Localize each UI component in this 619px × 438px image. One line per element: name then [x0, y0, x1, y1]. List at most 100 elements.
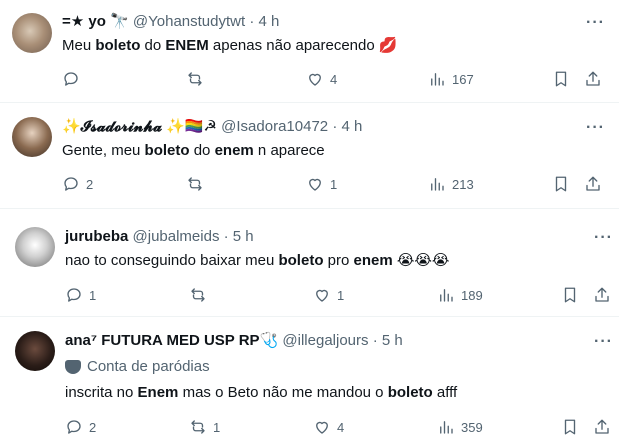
- views-button[interactable]: 213: [428, 175, 474, 193]
- tweet-text: Meu boleto do ENEM apenas não aparecendo…: [62, 36, 398, 56]
- avatar[interactable]: [15, 227, 55, 267]
- separator-dot: ·: [223, 228, 229, 245]
- text-bold: boleto: [278, 252, 324, 269]
- tweet-2[interactable]: ✨𝓘𝓼𝓪𝓭𝓸𝓻𝓲𝓷𝓱𝓪 ✨🏳️‍🌈☭ @Isadora10472 · 4 h ·…: [0, 103, 619, 207]
- text-part: inscrita no: [65, 384, 138, 401]
- text-part: Gente, meu: [62, 142, 145, 159]
- display-name[interactable]: jurubeba: [65, 228, 128, 245]
- text-part: Meu: [62, 37, 96, 54]
- text-bold: boleto: [387, 384, 433, 401]
- retweet-count: 1: [213, 419, 221, 435]
- retweet-icon: [191, 420, 205, 434]
- reply-icon: [64, 177, 78, 191]
- tweet-1[interactable]: =★ yo 🔭 @Yohanstudytwt · 4 h ··· Meu bol…: [0, 0, 619, 102]
- views-icon: [440, 289, 453, 302]
- parody-label: Conta de paródias: [65, 357, 210, 377]
- more-options-button[interactable]: ···: [586, 15, 605, 31]
- like-count: 4: [330, 71, 338, 87]
- avatar[interactable]: [15, 331, 55, 371]
- share-button[interactable]: [593, 418, 611, 436]
- views-button[interactable]: 167: [428, 70, 474, 88]
- heart-icon: [316, 289, 328, 302]
- text-part: apenas não aparecendo 💋: [208, 37, 398, 54]
- share-button[interactable]: [584, 70, 602, 88]
- action-bar: 4 167: [62, 70, 607, 90]
- heart-icon: [309, 178, 321, 191]
- like-count: 4: [337, 419, 345, 435]
- more-options-button[interactable]: ···: [594, 334, 613, 350]
- more-options-button[interactable]: ···: [594, 230, 613, 246]
- text-part: do: [189, 142, 215, 159]
- view-count: 189: [461, 287, 483, 303]
- tweet-text: nao to conseguindo baixar meu boleto pro…: [65, 251, 449, 271]
- timestamp[interactable]: 4 h: [259, 13, 280, 30]
- text-part: pro: [323, 252, 354, 269]
- share-icon: [595, 419, 609, 434]
- reply-count: 2: [89, 419, 97, 435]
- avatar[interactable]: [12, 13, 52, 53]
- bookmark-button[interactable]: [561, 286, 579, 304]
- text-part: n aparece: [253, 142, 325, 159]
- text-part: nao to conseguindo baixar meu: [65, 252, 279, 269]
- bookmark-button[interactable]: [552, 70, 570, 88]
- handle[interactable]: @Yohanstudytwt: [133, 13, 245, 30]
- timestamp[interactable]: 5 h: [382, 332, 403, 349]
- reply-button[interactable]: [62, 70, 86, 88]
- views-icon: [440, 421, 453, 434]
- retweet-button[interactable]: 1: [189, 418, 220, 436]
- like-button[interactable]: 1: [306, 175, 337, 193]
- view-count: 213: [452, 176, 474, 192]
- parody-text: Conta de paródias: [87, 358, 210, 375]
- views-button[interactable]: 359: [437, 418, 483, 436]
- handle[interactable]: @jubalmeids: [133, 228, 220, 245]
- handle[interactable]: @Isadora10472: [221, 118, 328, 135]
- reply-icon: [64, 72, 78, 86]
- retweet-button[interactable]: [186, 70, 210, 88]
- bookmark-button[interactable]: [561, 418, 579, 436]
- like-count: 1: [337, 287, 345, 303]
- reply-button[interactable]: 2: [65, 418, 96, 436]
- tweet-text: Gente, meu boleto do enem n aparece: [62, 141, 325, 161]
- heart-icon: [316, 421, 328, 434]
- reply-icon: [67, 288, 81, 302]
- reply-button[interactable]: 1: [65, 286, 96, 304]
- text-bold: enem: [214, 142, 254, 159]
- retweet-button[interactable]: [189, 286, 213, 304]
- like-button[interactable]: 4: [306, 70, 337, 88]
- display-name[interactable]: =★ yo 🔭: [62, 13, 129, 30]
- views-button[interactable]: 189: [437, 286, 483, 304]
- bookmark-icon: [555, 176, 567, 192]
- tweet-3[interactable]: jurubeba @jubalmeids · 5 h ··· nao to co…: [0, 209, 619, 315]
- reply-icon: [67, 420, 81, 434]
- bookmark-icon: [564, 419, 576, 435]
- view-count: 167: [452, 71, 474, 87]
- avatar[interactable]: [12, 117, 52, 157]
- like-button[interactable]: 1: [313, 286, 344, 304]
- share-button[interactable]: [584, 175, 602, 193]
- reply-count: 1: [89, 287, 97, 303]
- text-part: do: [140, 37, 166, 54]
- share-button[interactable]: [593, 286, 611, 304]
- text-part: mas o Beto não me mandou o: [178, 384, 388, 401]
- bookmark-icon: [564, 287, 576, 303]
- text-part: 😭😭😭: [392, 252, 450, 269]
- reply-count: 2: [86, 176, 94, 192]
- tweet-header: jurubeba @jubalmeids · 5 h: [65, 227, 254, 247]
- retweet-button[interactable]: [186, 175, 210, 193]
- timestamp[interactable]: 5 h: [233, 228, 254, 245]
- views-icon: [431, 178, 444, 191]
- bookmark-button[interactable]: [552, 175, 570, 193]
- bookmark-icon: [555, 71, 567, 87]
- reply-button[interactable]: 2: [62, 175, 93, 193]
- like-button[interactable]: 4: [313, 418, 344, 436]
- tweet-header: ✨𝓘𝓼𝓪𝓭𝓸𝓻𝓲𝓷𝓱𝓪 ✨🏳️‍🌈☭ @Isadora10472 · 4 h: [62, 117, 362, 137]
- timestamp[interactable]: 4 h: [341, 118, 362, 135]
- tweet-text: inscrita no Enem mas o Beto não me mando…: [65, 383, 457, 403]
- display-name[interactable]: ana⁷ FUTURA MED USP RP🩺: [65, 332, 278, 349]
- text-bold: boleto: [95, 37, 141, 54]
- more-options-button[interactable]: ···: [586, 120, 605, 136]
- handle[interactable]: @illegaljours: [282, 332, 368, 349]
- display-name[interactable]: ✨𝓘𝓼𝓪𝓭𝓸𝓻𝓲𝓷𝓱𝓪 ✨🏳️‍🌈☭: [62, 118, 217, 135]
- tweet-4[interactable]: ana⁷ FUTURA MED USP RP🩺 @illegaljours · …: [0, 317, 619, 435]
- heart-icon: [309, 73, 321, 86]
